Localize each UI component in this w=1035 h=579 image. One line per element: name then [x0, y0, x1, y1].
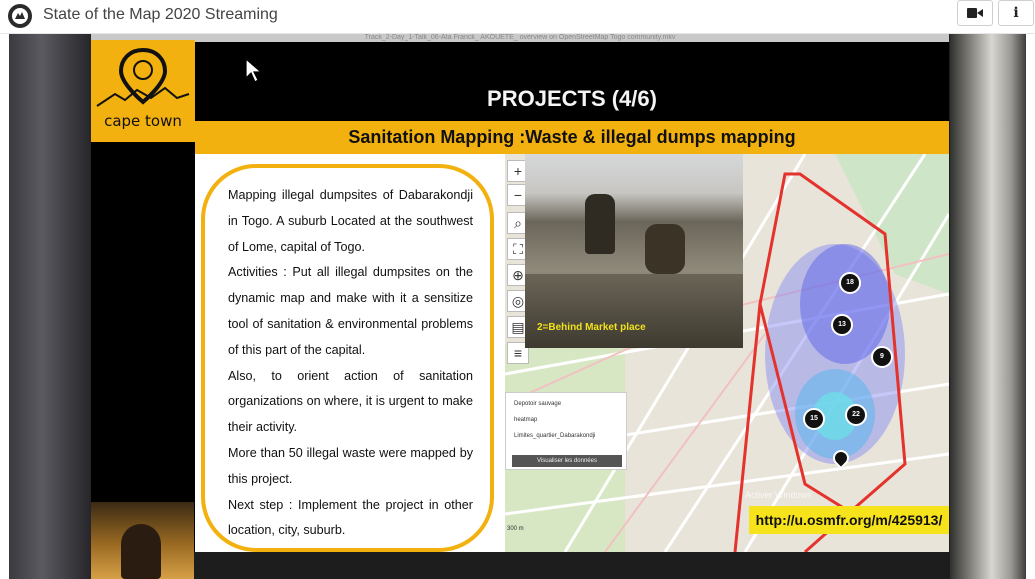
- slide-title: PROJECTS (4/6): [487, 86, 657, 111]
- video-camera-icon: [967, 8, 983, 18]
- speaker-webcam: [91, 502, 194, 579]
- map-marker[interactable]: 15: [803, 408, 825, 430]
- map-url-label: http://u.osmfr.org/m/425913/: [749, 506, 949, 534]
- app-header: State of the Map 2020 Streaming i: [0, 0, 1035, 34]
- slide-banner: Sanitation Mapping :Waste & illegal dump…: [195, 121, 949, 154]
- presentation-slide: Track_2-Day_1-Talk_06-Ata Franck_ AKOUET…: [91, 34, 949, 552]
- video-blur-left: [9, 34, 91, 579]
- logo-text: cape town: [104, 112, 182, 130]
- slide-subtitle: Sanitation Mapping :Waste & illegal dump…: [348, 127, 796, 147]
- slide-content: Mapping illegal dumpsites of Dabarakondj…: [195, 154, 949, 552]
- legend-item[interactable]: heatmap: [514, 417, 537, 423]
- mouse-cursor-icon: [245, 58, 263, 83]
- video-player[interactable]: Track_2-Day_1-Talk_06-Ata Franck_ AKOUET…: [9, 34, 1026, 579]
- photo-caption: 2=Behind Market place: [537, 322, 646, 333]
- legend-item[interactable]: Depotoir sauvage: [514, 401, 561, 407]
- video-blur-right: [950, 34, 1026, 579]
- umap-map[interactable]: + − ⌕ ⛶ ⊕ ◎ ▤ ≡ 2=Behind Market place 18…: [505, 154, 949, 552]
- legend-item[interactable]: Limites_quartier_Dabarakondji: [514, 433, 595, 439]
- video-camera-button[interactable]: [957, 0, 993, 26]
- cape-town-logo: cape town: [91, 40, 195, 142]
- app-logo-icon: [8, 4, 32, 28]
- dumpsite-photo: 2=Behind Market place: [525, 154, 743, 348]
- window-filename: Track_2-Day_1-Talk_06-Ata Franck_ AKOUET…: [91, 34, 949, 42]
- map-marker[interactable]: 18: [839, 272, 861, 294]
- paragraph: Activities : Put all illegal dumpsites o…: [228, 265, 473, 357]
- windows-watermark: Activer Windows: [745, 490, 812, 500]
- map-marker[interactable]: 13: [831, 314, 853, 336]
- location-pin-icon: [96, 47, 190, 107]
- app-title: State of the Map 2020 Streaming: [43, 6, 278, 23]
- paragraph: Also, to orient action of sanitation org…: [228, 368, 473, 435]
- info-button[interactable]: i: [998, 0, 1034, 26]
- map-marker[interactable]: 22: [845, 404, 867, 426]
- text-panel: Mapping illegal dumpsites of Dabarakondj…: [201, 164, 494, 552]
- slide-body-text: Mapping illegal dumpsites of Dabarakondj…: [228, 183, 473, 544]
- paragraph: Mapping illegal dumpsites of Dabarakondj…: [228, 188, 473, 254]
- paragraph: Next step : Implement the project in oth…: [228, 497, 473, 538]
- map-marker[interactable]: 9: [871, 346, 893, 368]
- paragraph: More than 50 illegal waste were mapped b…: [228, 445, 473, 486]
- map-scale: 300 m: [507, 526, 524, 532]
- view-data-button[interactable]: Visualiser les données: [512, 455, 622, 467]
- speaker-silhouette: [121, 524, 161, 579]
- map-legend: Depotoir sauvage heatmap Limites_quartie…: [505, 392, 627, 470]
